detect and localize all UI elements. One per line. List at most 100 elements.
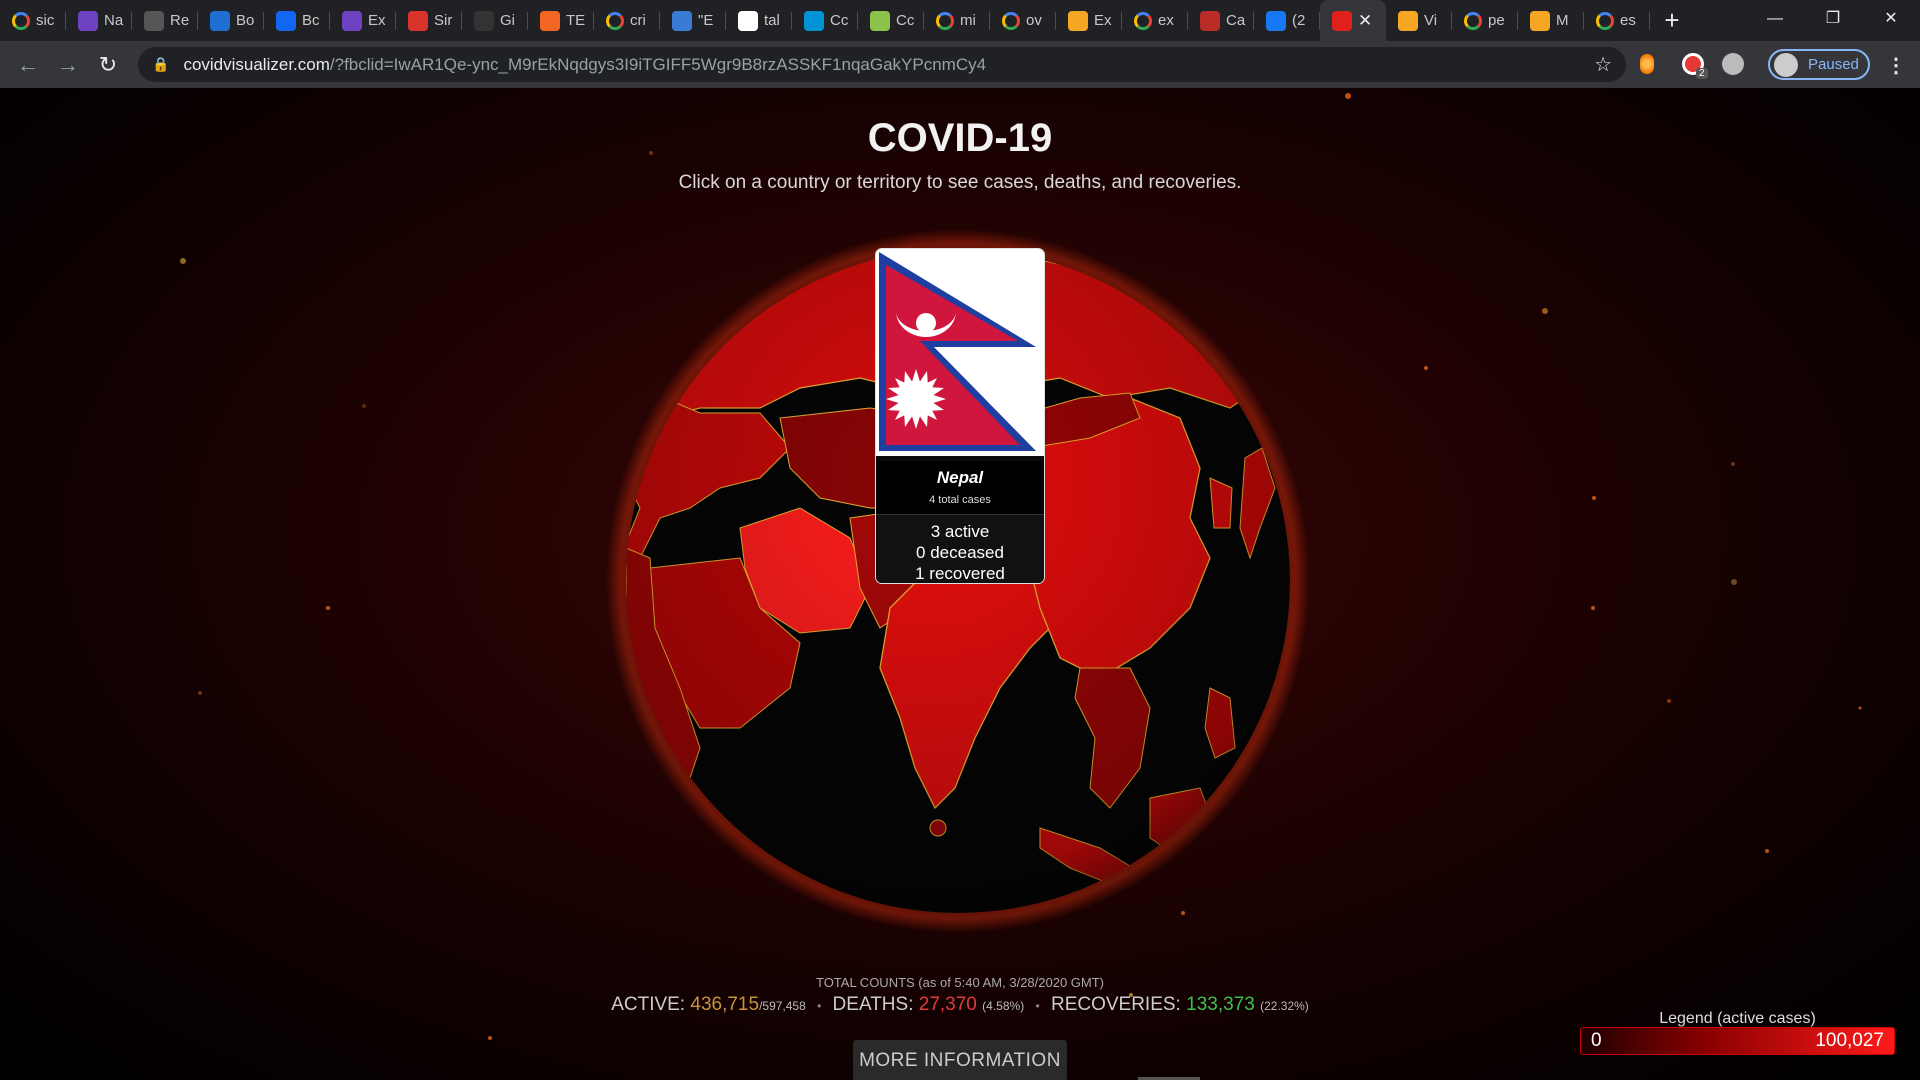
- tab-title: Bo: [236, 12, 255, 29]
- browser-tab[interactable]: Sir: [396, 0, 462, 41]
- separator: •: [817, 999, 822, 1013]
- tab-title: pe: [1488, 12, 1505, 29]
- bootstrap-cdn-icon: [210, 10, 230, 31]
- tab-title: es: [1620, 12, 1636, 29]
- forward-button[interactable]: →: [48, 52, 88, 78]
- tab-title: M: [1556, 12, 1569, 29]
- browser-tab[interactable]: Gi: [462, 0, 528, 41]
- legend-title: Legend (active cases): [1659, 1010, 1816, 1027]
- who-icon: [804, 10, 824, 31]
- back-button[interactable]: ←: [8, 52, 48, 78]
- browser-tab[interactable]: Cc: [858, 0, 924, 41]
- browser-tab[interactable]: Bo: [198, 0, 264, 41]
- google-icon: [1464, 11, 1482, 30]
- address-bar[interactable]: 🔒 covidvisualizer.com /?fbclid=IwAR1Qe-y…: [138, 47, 1626, 82]
- browser-tab[interactable]: (2: [1254, 0, 1320, 41]
- tab-title: ov: [1026, 12, 1042, 29]
- menu-icon[interactable]: ⋮: [1886, 53, 1906, 78]
- tab-title: Cc: [830, 12, 849, 29]
- browser-tab[interactable]: Ex: [330, 0, 396, 41]
- browser-toolbar: ← → ↻ 🔒 covidvisualizer.com /?fbclid=IwA…: [0, 41, 1920, 88]
- new-tab-button[interactable]: +: [1650, 0, 1694, 41]
- browser-tab[interactable]: TE: [528, 0, 594, 41]
- reload-button[interactable]: ↻: [88, 52, 128, 78]
- country-popup[interactable]: Nepal 4 total cases 3 active 0 deceased …: [875, 248, 1045, 584]
- country-name: Nepal: [936, 468, 984, 487]
- browser-tab[interactable]: Ex: [1056, 0, 1122, 41]
- bootstrap-icon: [78, 10, 98, 31]
- browser-tab[interactable]: tal: [726, 0, 792, 41]
- popup-stats: 3 active 0 deceased 1 recovered: [876, 514, 1044, 583]
- tab-title: Re: [170, 12, 190, 29]
- google-icon: [1134, 11, 1152, 30]
- restore-button[interactable]: ❐: [1804, 0, 1862, 41]
- facebook-icon: [1266, 10, 1286, 31]
- google-icon: [12, 11, 30, 30]
- browser-tab[interactable]: Re: [132, 0, 198, 41]
- tab-title: Gi: [500, 12, 515, 29]
- browser-tab[interactable]: es: [1584, 0, 1650, 41]
- extension-compass-icon[interactable]: [1722, 53, 1744, 75]
- legend-min: 0: [1591, 1030, 1602, 1051]
- tab-title: "E: [698, 12, 714, 29]
- totals-heading: TOTAL COUNTS (as of 5:40 AM, 3/28/2020 G…: [815, 975, 1105, 990]
- google-icon: [1002, 11, 1020, 30]
- tab-title: Cc: [896, 12, 915, 29]
- browser-tab[interactable]: Bc: [264, 0, 330, 41]
- active-label: ACTIVE:: [611, 994, 686, 1015]
- window-controls: — ❐ ✕: [1746, 0, 1920, 41]
- sublime-icon: [1398, 10, 1418, 31]
- close-tab-icon[interactable]: ✕: [1358, 11, 1372, 31]
- browser-tab[interactable]: "E: [660, 0, 726, 41]
- u-icon: [870, 10, 890, 31]
- browser-tab[interactable]: mi: [924, 0, 990, 41]
- tab-list: sic Na Re Bo Bc Ex Sir Gi TE cri "E tal Cc Cc mi ov Ex ex…: [0, 0, 1650, 41]
- bootstrap-icon: [342, 10, 362, 31]
- extension-icon[interactable]: [1640, 54, 1654, 74]
- extension-badge: 2: [1696, 68, 1708, 79]
- browser-tab[interactable]: Na: [66, 0, 132, 41]
- legend-max: 100,027: [1815, 1030, 1884, 1051]
- minimize-button[interactable]: —: [1746, 0, 1804, 41]
- tech-icon: [540, 10, 560, 31]
- more-information-button[interactable]: MORE INFORMATION: [853, 1040, 1067, 1080]
- browser-tab[interactable]: cri: [594, 0, 660, 41]
- tab-strip: sic Na Re Bo Bc Ex Sir Gi TE cri "E tal Cc Cc mi ov Ex ex…: [0, 0, 1920, 41]
- popup-header: Nepal 4 total cases: [876, 461, 1044, 514]
- nepal-flag-icon: [876, 249, 1044, 456]
- close-window-button[interactable]: ✕: [1862, 0, 1920, 41]
- page-title: COVID-19: [867, 116, 1053, 160]
- avatar: [1774, 52, 1798, 77]
- mdb-icon: [276, 10, 296, 31]
- profile-button[interactable]: Paused: [1768, 49, 1870, 80]
- browser-tab[interactable]: M: [1518, 0, 1584, 41]
- url-host: covidvisualizer.com: [183, 54, 330, 74]
- wiki-icon: [738, 10, 758, 31]
- browser-tab[interactable]: Vi: [1386, 0, 1452, 41]
- recoveries-percent: (22.32%): [1260, 999, 1309, 1013]
- browser-tab[interactable]: pe: [1452, 0, 1518, 41]
- browser-tab[interactable]: ov: [990, 0, 1056, 41]
- browser-tab[interactable]: sic: [0, 0, 66, 41]
- google-icon: [936, 11, 954, 30]
- tab-title: Vi: [1424, 12, 1438, 29]
- country-deceased: 0 deceased: [916, 543, 1004, 562]
- globe-visualization[interactable]: [0, 88, 1920, 1080]
- bookmark-star-icon[interactable]: ☆: [1594, 52, 1612, 77]
- tab-title: mi: [960, 12, 976, 29]
- region-australia[interactable]: [1139, 887, 1290, 988]
- tab-title: Ex: [1094, 12, 1112, 29]
- profile-status: Paused: [1808, 56, 1859, 73]
- country-active: 3 active: [930, 522, 990, 541]
- tab-title: Bc: [302, 12, 320, 29]
- deaths-percent: (4.58%): [982, 999, 1025, 1013]
- s-icon: [408, 10, 428, 31]
- browser-tab[interactable]: ex: [1122, 0, 1188, 41]
- covid-icon: [1332, 10, 1352, 31]
- browser-tab[interactable]: Cc: [792, 0, 858, 41]
- browser-tab[interactable]: ✕: [1320, 0, 1386, 41]
- country-recovered: 1 recovered: [915, 564, 1005, 583]
- url-path: /?fbclid=IwAR1Qe-ync_M9rEkNqdgys3I9iTGIF…: [329, 54, 987, 74]
- browser-tab[interactable]: Ca: [1188, 0, 1254, 41]
- sublime-icon: [1530, 10, 1550, 31]
